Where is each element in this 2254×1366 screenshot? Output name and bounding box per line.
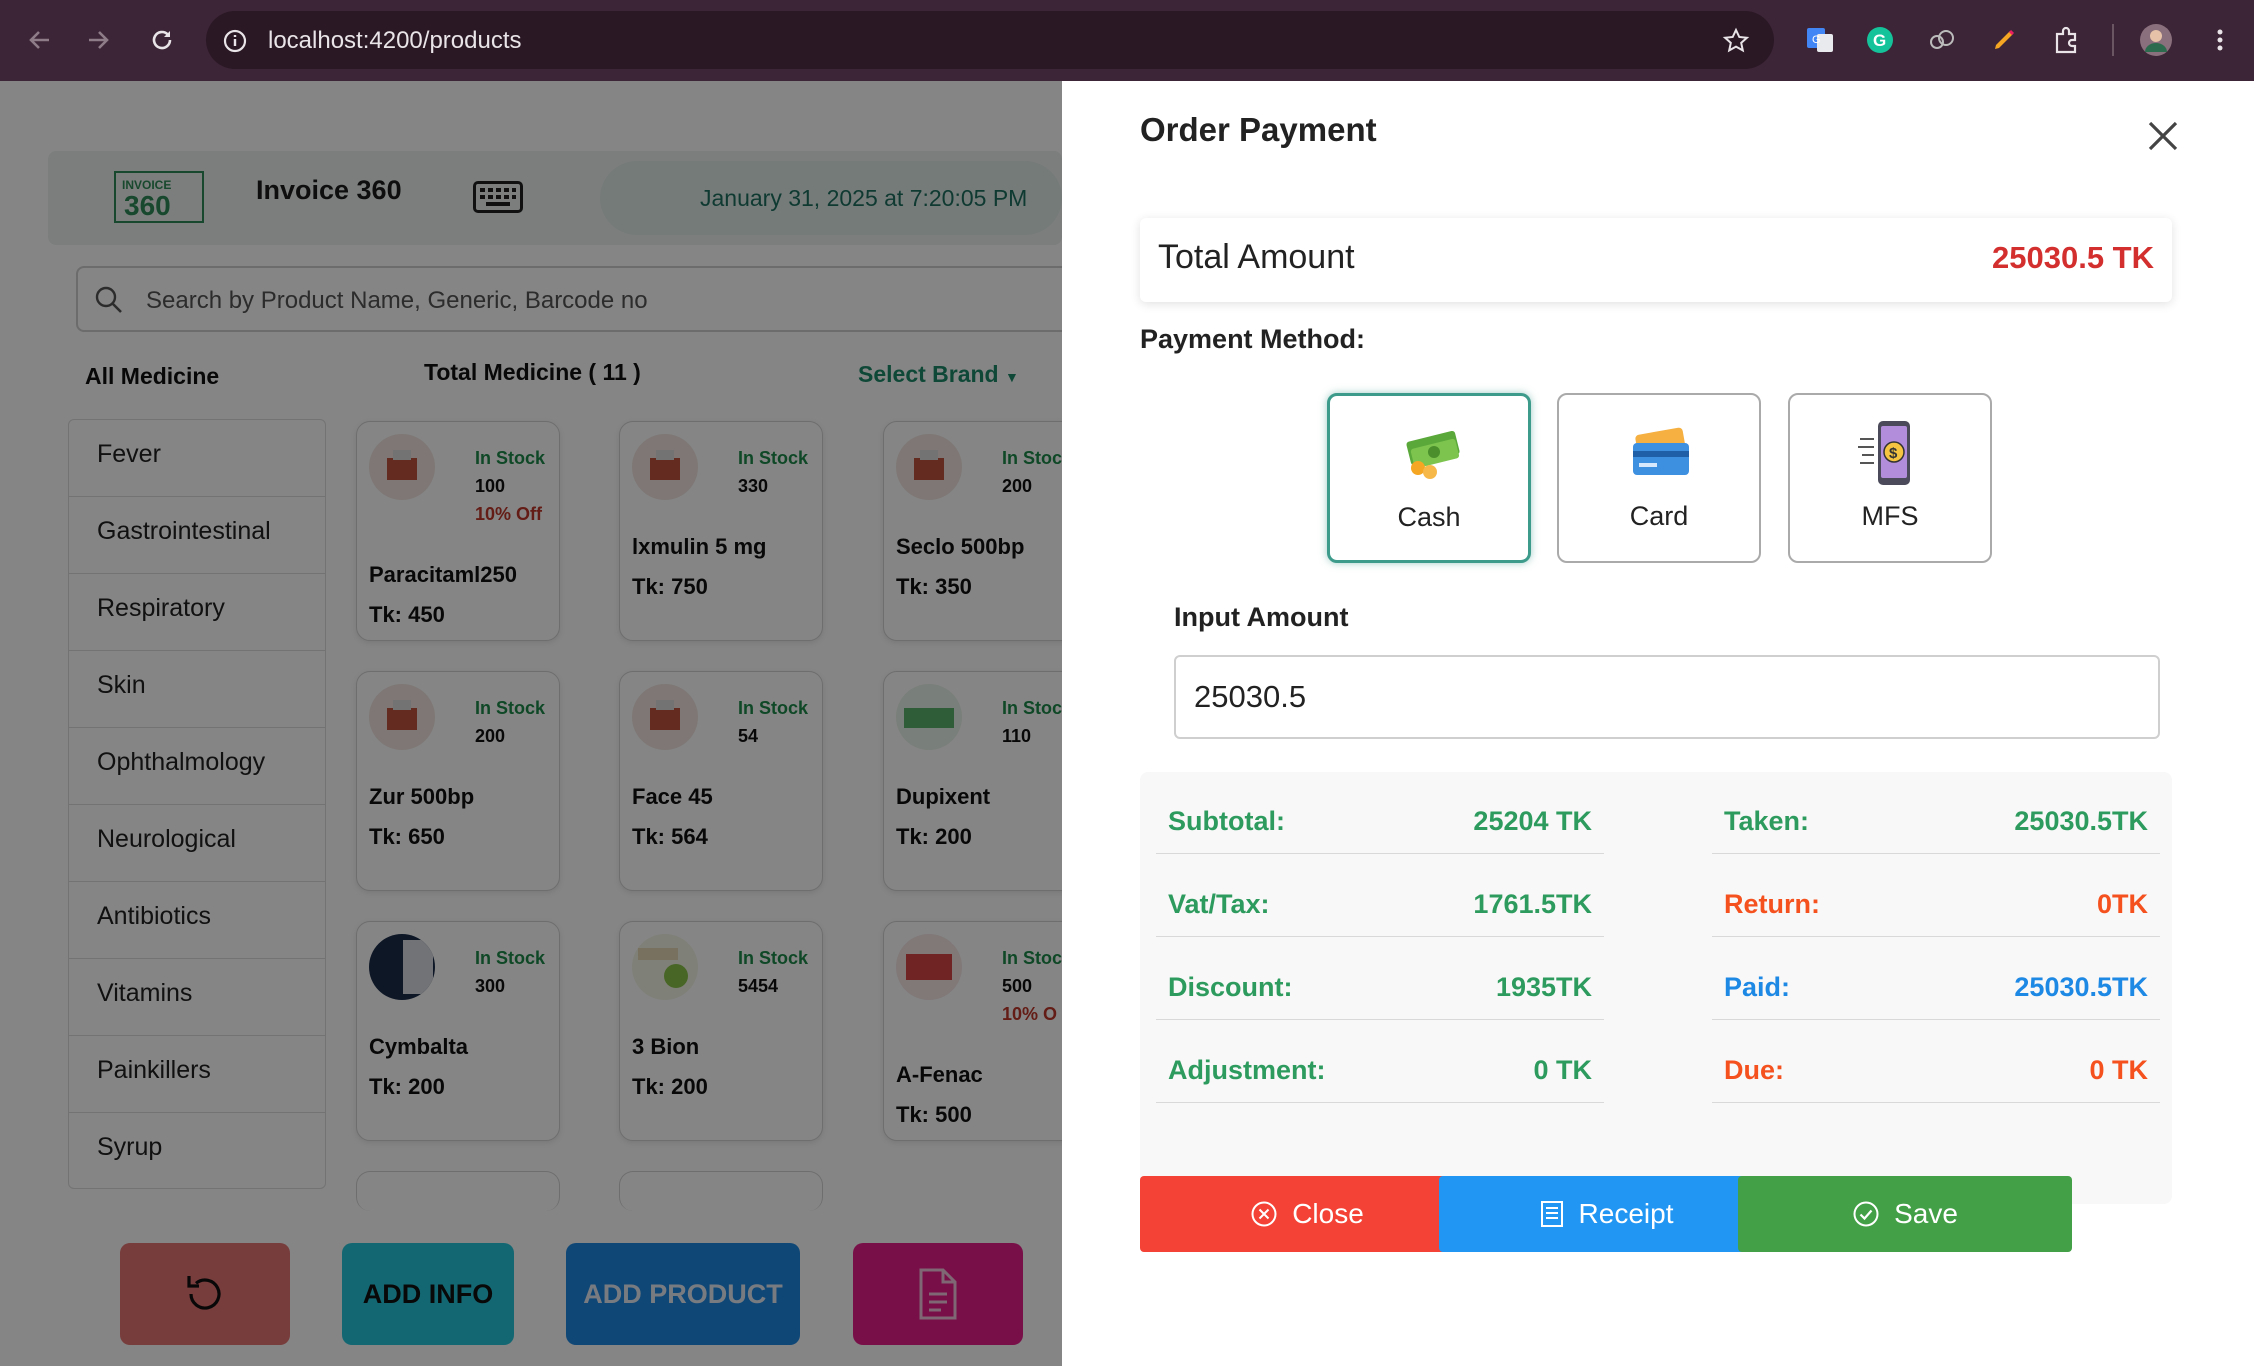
summary-value: 0 TK bbox=[1533, 1055, 1592, 1085]
credit-card-icon bbox=[1633, 427, 1689, 475]
input-amount-field[interactable] bbox=[1174, 655, 2160, 739]
close-circle-icon bbox=[1251, 1201, 1277, 1227]
toolbar-separator bbox=[2112, 24, 2114, 56]
order-payment-dialog: Order Payment Total Amount 25030.5 TK Pa… bbox=[1062, 81, 2254, 1366]
summary-label: Adjustment: bbox=[1168, 1055, 1326, 1085]
extensions-puzzle-icon[interactable] bbox=[2048, 22, 2084, 58]
summary-row-paid: Paid: 25030.5TK bbox=[1712, 938, 2160, 1020]
payment-method-label: MFS bbox=[1861, 501, 1919, 531]
dialog-title: Order Payment bbox=[1140, 111, 1377, 148]
input-amount-label: Input Amount bbox=[1174, 602, 1349, 632]
svg-text:G: G bbox=[1812, 34, 1821, 46]
extension-pen-icon[interactable] bbox=[1986, 22, 2022, 58]
summary-value: 0TK bbox=[2096, 889, 2148, 919]
back-icon[interactable] bbox=[22, 22, 58, 58]
total-amount-value: 25030.5 TK bbox=[1992, 240, 2154, 275]
summary-value: 25030.5TK bbox=[2014, 972, 2148, 1002]
total-amount-label: Total Amount bbox=[1158, 238, 1355, 276]
summary-row-discount: Discount: 1935TK bbox=[1156, 938, 1604, 1020]
summary-value: 0 TK bbox=[2089, 1055, 2148, 1085]
summary-row-subtotal: Subtotal: 25204 TK bbox=[1156, 772, 1604, 854]
cash-icon bbox=[1406, 430, 1460, 479]
summary-label: Subtotal: bbox=[1168, 806, 1285, 836]
translate-extension-icon[interactable]: G bbox=[1802, 22, 1838, 58]
mobile-payment-icon: $ bbox=[1858, 421, 1910, 485]
address-bar[interactable]: localhost:4200/products bbox=[206, 11, 1774, 69]
site-info-icon[interactable] bbox=[222, 28, 248, 54]
svg-text:G: G bbox=[1873, 31, 1886, 50]
summary-label: Return: bbox=[1724, 889, 1820, 919]
modal-backdrop[interactable] bbox=[0, 81, 1062, 1366]
summary-row-return: Return: 0TK bbox=[1712, 855, 2160, 937]
payment-method-label: Cash bbox=[1397, 502, 1461, 532]
close-button-label: Close bbox=[1292, 1198, 1364, 1229]
payment-method-label: Payment Method: bbox=[1140, 324, 1366, 354]
summary-row-taken: Taken: 25030.5TK bbox=[1712, 772, 2160, 854]
payment-method-mfs[interactable]: $ MFS bbox=[1788, 393, 1992, 563]
payment-summary: Subtotal: 25204 TK Vat/Tax: 1761.5TK Dis… bbox=[1140, 772, 2172, 1204]
browser-menu-icon[interactable] bbox=[2202, 22, 2238, 58]
summary-label: Discount: bbox=[1168, 972, 1293, 1002]
close-icon[interactable] bbox=[2144, 117, 2182, 155]
save-button[interactable]: Save bbox=[1738, 1176, 2072, 1252]
summary-label: Vat/Tax: bbox=[1168, 889, 1270, 919]
summary-value: 25030.5TK bbox=[2014, 806, 2148, 836]
summary-label: Due: bbox=[1724, 1055, 1784, 1085]
payment-method-cash[interactable]: Cash bbox=[1327, 393, 1531, 563]
svg-text:$: $ bbox=[1889, 445, 1898, 462]
payment-method-card[interactable]: Card bbox=[1557, 393, 1761, 563]
summary-row-adjustment: Adjustment: 0 TK bbox=[1156, 1021, 1604, 1103]
close-button[interactable]: Close bbox=[1140, 1176, 1474, 1252]
total-amount-card: Total Amount 25030.5 TK bbox=[1140, 218, 2172, 302]
receipt-button[interactable]: Receipt bbox=[1439, 1176, 1773, 1252]
receipt-button-label: Receipt bbox=[1578, 1198, 1674, 1229]
summary-value: 1935TK bbox=[1495, 972, 1592, 1002]
extension-cloud-icon[interactable] bbox=[1924, 22, 1960, 58]
summary-value: 25204 TK bbox=[1473, 806, 1592, 836]
summary-label: Paid: bbox=[1724, 972, 1791, 1002]
save-button-label: Save bbox=[1894, 1198, 1958, 1229]
forward-icon[interactable] bbox=[80, 22, 116, 58]
grammarly-extension-icon[interactable]: G bbox=[1862, 22, 1898, 58]
url-text: localhost:4200/products bbox=[268, 27, 522, 54]
bookmark-star-icon[interactable] bbox=[1722, 27, 1750, 55]
receipt-icon bbox=[1540, 1201, 1563, 1227]
summary-label: Taken: bbox=[1724, 806, 1810, 836]
reload-icon[interactable] bbox=[144, 22, 180, 58]
profile-avatar[interactable] bbox=[2138, 22, 2174, 58]
check-circle-icon bbox=[1853, 1201, 1879, 1227]
summary-row-due: Due: 0 TK bbox=[1712, 1021, 2160, 1103]
payment-method-label: Card bbox=[1629, 501, 1689, 531]
summary-row-vat: Vat/Tax: 1761.5TK bbox=[1156, 855, 1604, 937]
browser-toolbar: localhost:4200/products G G bbox=[0, 0, 2254, 81]
summary-value: 1761.5TK bbox=[1473, 889, 1592, 919]
